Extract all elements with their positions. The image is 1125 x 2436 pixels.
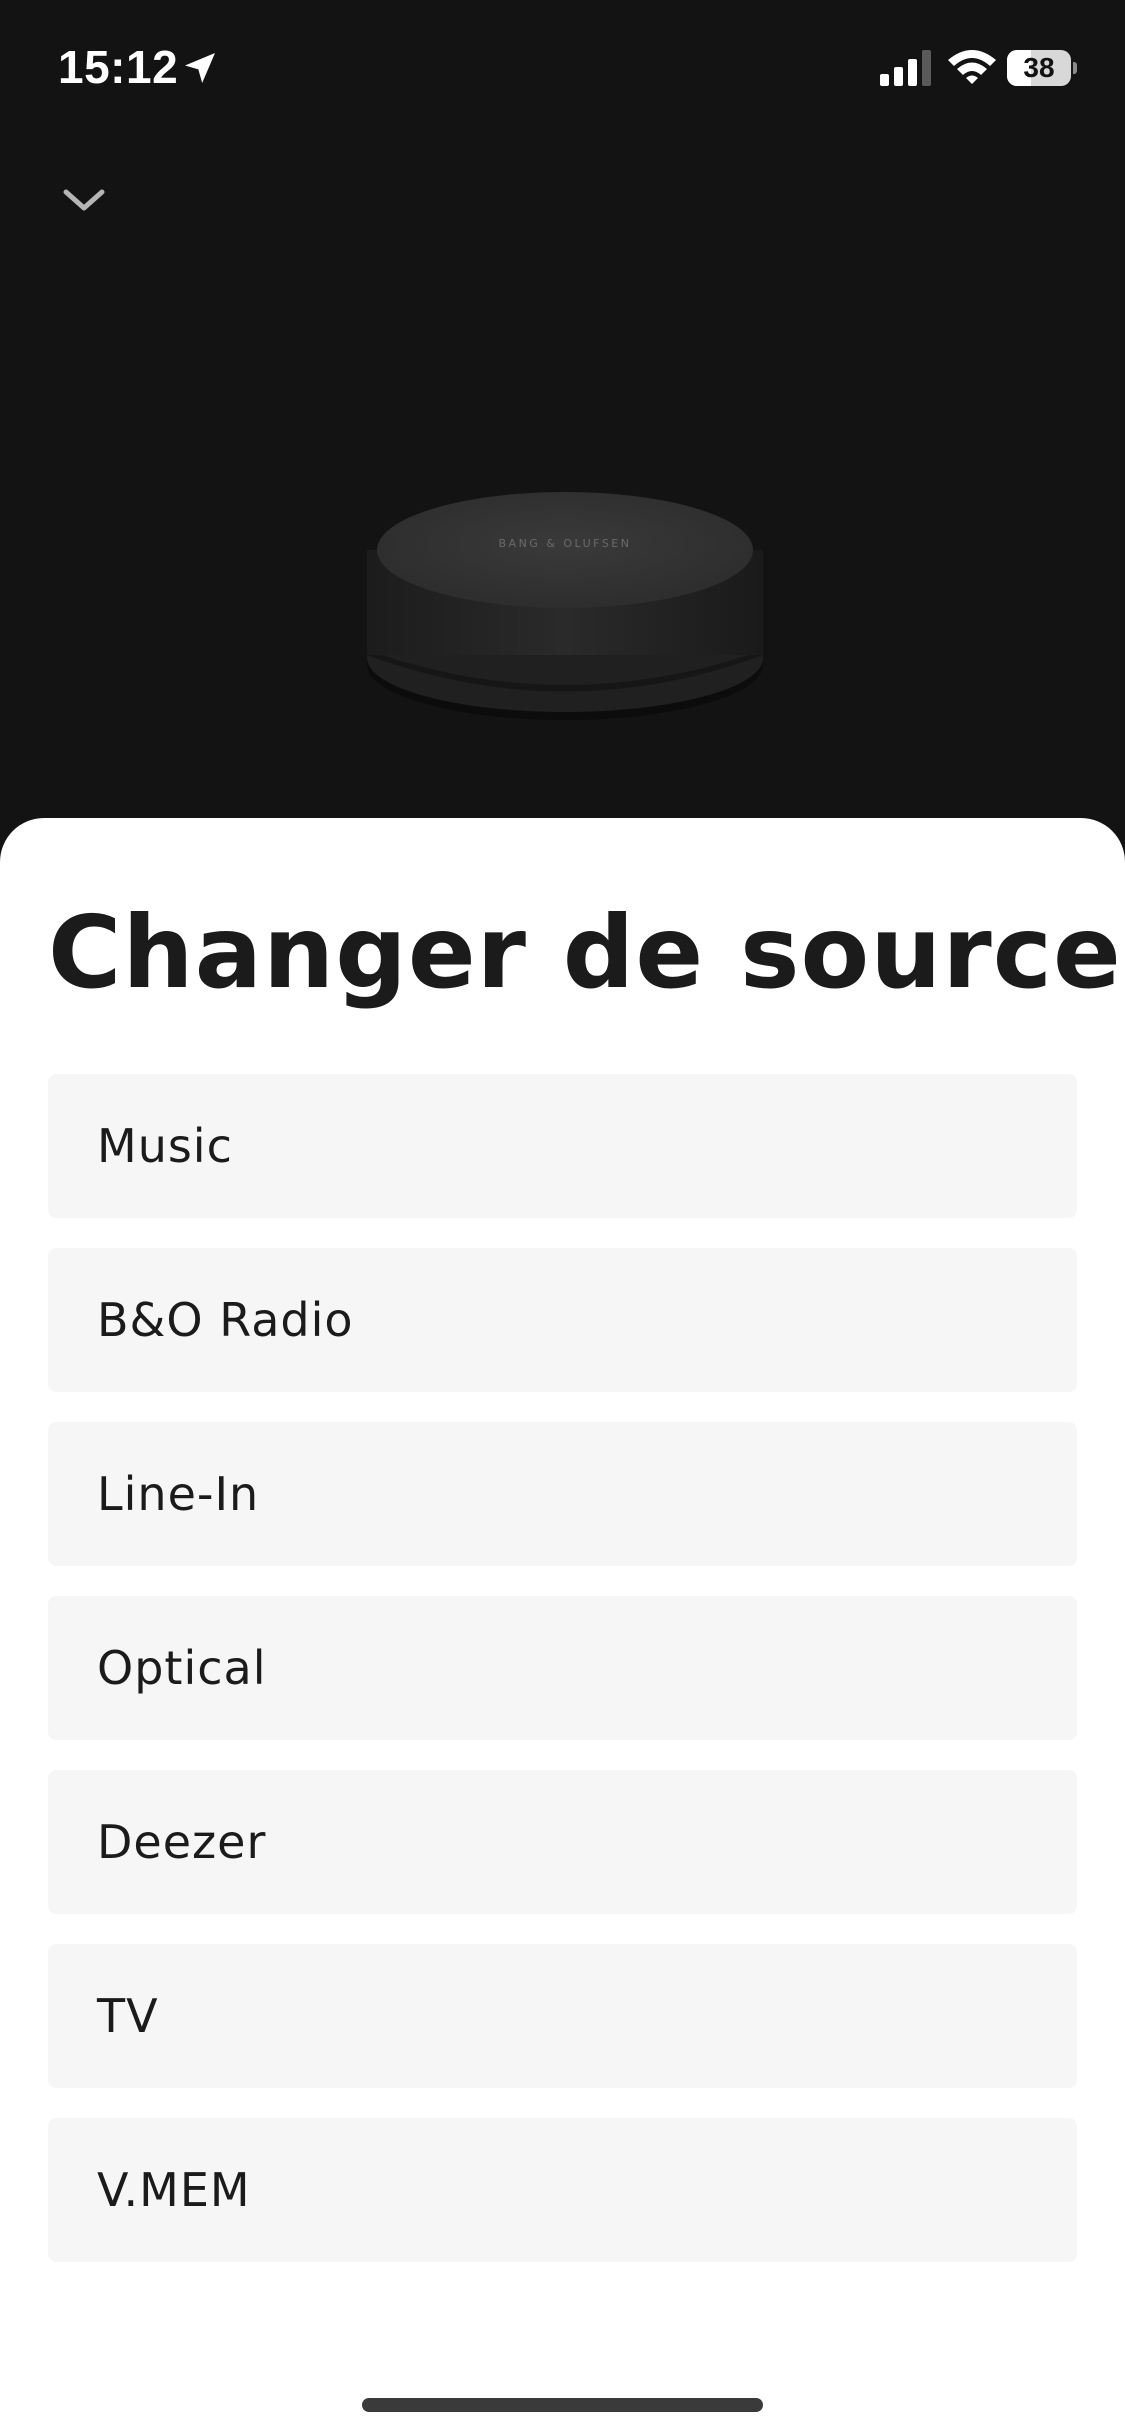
source-item-line-in[interactable]: Line-In	[48, 1422, 1077, 1566]
source-label: Line-In	[97, 1467, 260, 1521]
location-arrow-icon	[185, 53, 215, 83]
source-label: Optical	[97, 1641, 267, 1695]
source-sheet: Changer de source Music B&O Radio Line-I…	[0, 818, 1125, 2436]
status-time: 15:12	[58, 41, 179, 93]
cellular-signal-icon	[880, 50, 931, 86]
home-indicator[interactable]	[362, 2398, 763, 2412]
chevron-down-icon[interactable]	[54, 170, 114, 230]
wifi-icon	[948, 50, 996, 84]
product-image: BANG & OLUFSEN	[367, 492, 763, 720]
source-label: TV	[97, 1989, 159, 2043]
status-bar: 15:12 38	[0, 0, 1125, 140]
source-label: B&O Radio	[97, 1293, 354, 1347]
source-item-vmem[interactable]: V.MEM	[48, 2118, 1077, 2262]
source-item-tv[interactable]: TV	[48, 1944, 1077, 2088]
source-item-deezer[interactable]: Deezer	[48, 1770, 1077, 1914]
source-label: Deezer	[97, 1815, 267, 1869]
battery-icon: 38	[1007, 50, 1077, 86]
source-item-music[interactable]: Music	[48, 1074, 1077, 1218]
battery-level: 38	[1023, 52, 1055, 83]
source-item-optical[interactable]: Optical	[48, 1596, 1077, 1740]
source-label: V.MEM	[97, 2163, 251, 2217]
source-label: Music	[97, 1119, 233, 1173]
source-list: Music B&O Radio Line-In Optical Deezer T…	[48, 1074, 1077, 2292]
source-item-bo-radio[interactable]: B&O Radio	[48, 1248, 1077, 1392]
sheet-title: Changer de source	[48, 894, 1122, 1011]
brand-text: BANG & OLUFSEN	[499, 537, 632, 550]
